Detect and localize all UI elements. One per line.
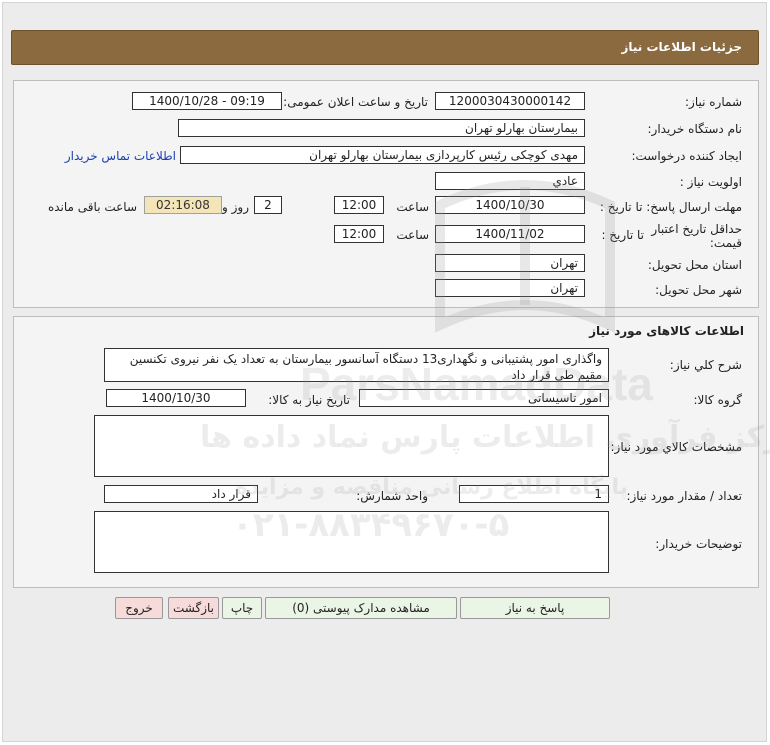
need-date-label: تاریخ نیاز به کالا: [268, 393, 350, 407]
delivery-city-label: شهر محل تحویل: [655, 283, 742, 297]
remaining-time: 02:16:08 [144, 196, 222, 214]
back-button[interactable]: بازگشت [168, 597, 219, 619]
price-validity-date: 1400/11/02 [435, 225, 585, 243]
priority-field: عادي [435, 172, 585, 190]
delivery-province-label: استان محل تحویل: [647, 258, 742, 272]
price-validity-time: 12:00 [334, 225, 384, 243]
price-validity-time-label: ساعت [396, 228, 429, 242]
unit-field: قرار داد [104, 485, 258, 503]
requester-label: ایجاد کننده درخواست: [631, 149, 742, 163]
summary-label: شرح کلي نياز: [669, 358, 742, 372]
summary-field: واگذاری امور پشتیبانی و نگهداری13 دستگاه… [104, 348, 609, 382]
need-number-field: 1200030430000142 [435, 92, 585, 110]
header-bar: جزئیات اطلاعات نیاز [11, 30, 759, 65]
goods-group-field: امور تاسیساتی [359, 389, 609, 407]
reply-deadline-time-label: ساعت [396, 200, 429, 214]
goods-group-label: گروه کالا: [693, 393, 743, 407]
quantity-label: تعداد / مقدار مورد نیاز: [626, 489, 742, 503]
announce-datetime-label: تاریخ و ساعت اعلان عمومی: [283, 95, 428, 109]
buyer-org-field: بیمارستان بهارلو تهران [178, 119, 585, 137]
contact-buyer-link[interactable]: اطلاعات تماس خریدار [65, 149, 176, 163]
need-number-label: شماره نیاز: [685, 95, 742, 109]
buyer-notes-label: توضیحات خریدار: [655, 537, 742, 551]
reply-deadline-date: 1400/10/30 [435, 196, 585, 214]
need-info-section [13, 80, 759, 308]
need-date-field: 1400/10/30 [106, 389, 246, 407]
specs-field [94, 415, 609, 477]
remaining-days: 2 [254, 196, 282, 214]
unit-label: واحد شمارش: [356, 489, 428, 503]
price-validity-to-date-label: تا تاریخ : [601, 228, 644, 242]
reply-button[interactable]: پاسخ به نیاز [460, 597, 610, 619]
exit-button[interactable]: خروج [115, 597, 163, 619]
goods-section-title: اطلاعات کالاهای مورد نیاز [589, 324, 744, 338]
requester-field: مهدی کوچکی رئیس کارپردازی بیمارستان بهار… [180, 146, 585, 164]
delivery-province-field: تهران [435, 254, 585, 272]
print-button[interactable]: چاپ [222, 597, 262, 619]
attachments-button[interactable]: مشاهده مدارک پیوستی (0) [265, 597, 457, 619]
page-title: جزئیات اطلاعات نیاز [621, 40, 742, 54]
remaining-days-label: روز و [222, 200, 249, 214]
delivery-city-field: تهران [435, 279, 585, 297]
quantity-field: 1 [459, 485, 609, 503]
buyer-org-label: نام دستگاه خریدار: [647, 122, 743, 136]
buyer-notes-field [94, 511, 609, 573]
reply-deadline-time: 12:00 [334, 196, 384, 214]
price-validity-label: حداقل تاریخ اعتبار قیمت: [651, 222, 742, 250]
priority-label: اولویت نیاز : [679, 175, 742, 189]
announce-datetime-field: 1400/10/28 - 09:19 [132, 92, 282, 110]
remaining-time-label: ساعت باقی مانده [47, 200, 137, 214]
reply-deadline-label: مهلت ارسال پاسخ: تا تاریخ : [599, 200, 742, 214]
specs-label: مشخصات کالاي مورد نياز: [610, 440, 742, 454]
